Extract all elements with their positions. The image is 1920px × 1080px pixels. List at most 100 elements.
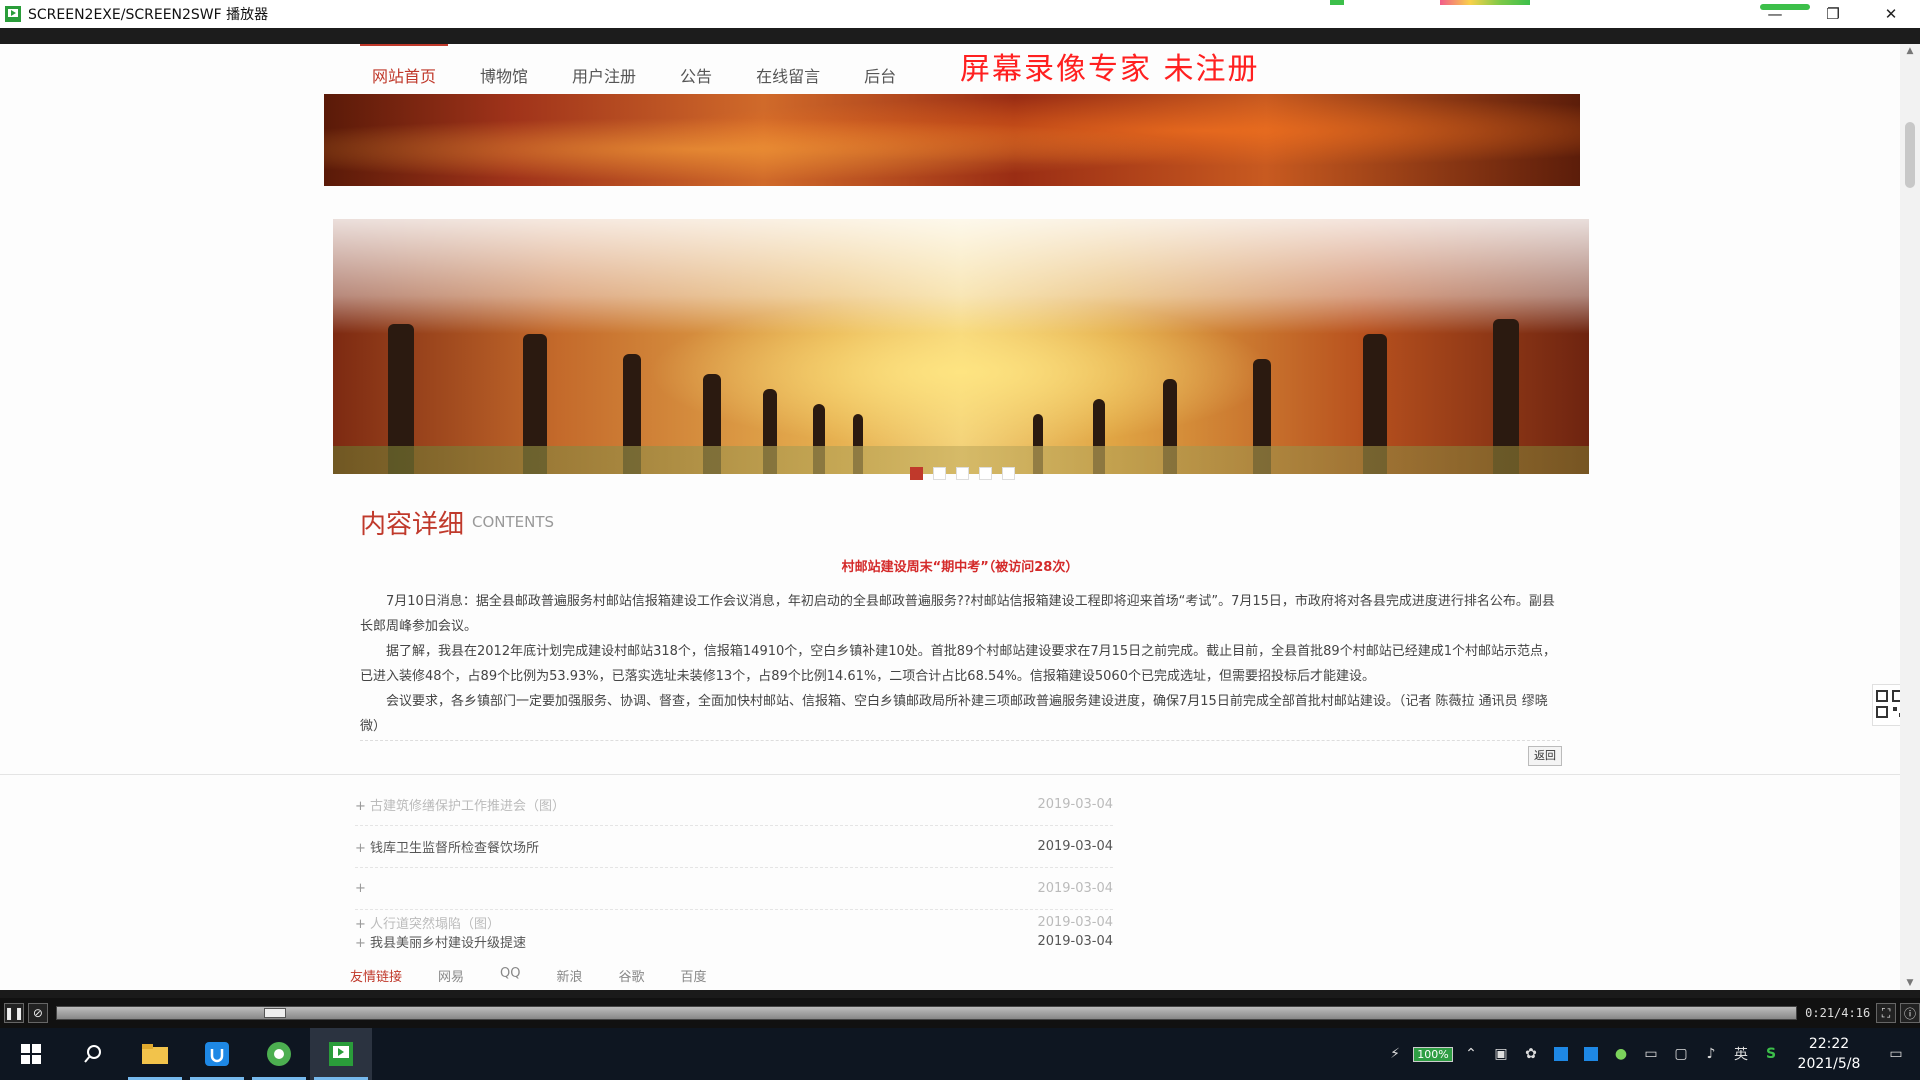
friend-links: 友情链接 网易 QQ 新浪 谷歌 百度 bbox=[350, 966, 743, 985]
clock[interactable]: 22:22 2021/5/8 bbox=[1786, 1034, 1872, 1074]
seek-handle[interactable] bbox=[263, 1008, 286, 1018]
windows-logo-icon bbox=[21, 1044, 41, 1064]
news-title: 钱库卫生监督所检查餐饮场所 bbox=[355, 837, 539, 856]
search-icon bbox=[84, 1045, 101, 1063]
camera-icon[interactable]: ▣ bbox=[1486, 1028, 1516, 1080]
close-button[interactable]: ✕ bbox=[1862, 0, 1920, 28]
window-title: SCREEN2EXE/SCREEN2SWF 播放器 bbox=[28, 7, 269, 23]
info-icon[interactable]: ⓘ bbox=[1900, 1003, 1920, 1023]
slideshow-image[interactable] bbox=[333, 219, 1589, 474]
player-app-icon bbox=[5, 6, 21, 22]
nav-message[interactable]: 在线留言 bbox=[734, 44, 842, 94]
taskbar-browser[interactable] bbox=[248, 1028, 310, 1080]
taskbar-player[interactable] bbox=[310, 1028, 372, 1080]
vertical-scrollbar[interactable]: ▲ ▼ bbox=[1900, 44, 1920, 990]
battery-indicator[interactable]: 100% bbox=[1410, 1028, 1456, 1080]
slide-dot[interactable] bbox=[979, 467, 992, 480]
article-paragraph: 7月10日消息：据全县邮政普遍服务村邮站信报箱建设工作会议消息，年初启动的全县邮… bbox=[360, 594, 1555, 634]
fullscreen-icon[interactable]: ⛶ bbox=[1876, 1003, 1897, 1023]
news-title: 我县美丽乡村建设升级提速 bbox=[355, 932, 526, 951]
nav-museum[interactable]: 博物馆 bbox=[458, 44, 550, 94]
slide-dot[interactable] bbox=[933, 467, 946, 480]
taskbar-file-explorer[interactable] bbox=[124, 1028, 186, 1080]
news-title: 人行道突然塌陷（图） bbox=[355, 913, 500, 932]
friend-links-label: 友情链接 bbox=[350, 970, 403, 985]
news-date: 2019-03-04 bbox=[1037, 914, 1113, 930]
friend-link[interactable]: 网易 bbox=[438, 966, 464, 985]
folder-icon bbox=[142, 1044, 168, 1064]
article-title: 村邮站建设周末“期中考”（被访问28次） bbox=[841, 560, 1079, 575]
article-body: 7月10日消息：据全县邮政普遍服务村邮站信报箱建设工作会议消息，年初启动的全县邮… bbox=[360, 589, 1560, 739]
friend-link[interactable]: 新浪 bbox=[557, 966, 583, 985]
section-title: 内容详细 bbox=[360, 510, 465, 540]
nav-register[interactable]: 用户注册 bbox=[550, 44, 658, 94]
back-button[interactable]: 返回 bbox=[1528, 746, 1562, 766]
recording-viewport: 网站首页 博物馆 用户注册 公告 在线留言 后台 屏幕录像专家 未注册 内容详细… bbox=[0, 44, 1920, 990]
nav-notice[interactable]: 公告 bbox=[658, 44, 734, 94]
player-app-icon bbox=[329, 1042, 353, 1066]
top-deco-colors bbox=[1440, 0, 1530, 5]
minimize-button[interactable]: — bbox=[1746, 0, 1804, 28]
taskbar-app-blue[interactable] bbox=[186, 1028, 248, 1080]
slide-dot[interactable] bbox=[910, 467, 923, 480]
stop-button[interactable]: ⊘ bbox=[28, 1003, 48, 1023]
clock-time: 22:22 bbox=[1808, 1036, 1850, 1052]
titlebar-divider bbox=[0, 28, 1920, 44]
article-divider bbox=[360, 740, 1560, 741]
app-shield-icon bbox=[205, 1042, 229, 1066]
charging-icon[interactable]: ⚡ bbox=[1380, 1028, 1410, 1080]
system-tray: ⚡ 100% ⌃ ▣ ✿ ● ▭ ▢ ♪ 英 S 22:22 2021/5/8 … bbox=[1380, 1028, 1920, 1080]
browser-icon bbox=[267, 1042, 291, 1066]
list-item[interactable]: 2019-03-04 bbox=[355, 868, 1113, 910]
volume-icon[interactable]: ♪ bbox=[1696, 1028, 1726, 1080]
start-button[interactable] bbox=[0, 1028, 62, 1080]
scroll-up-icon[interactable]: ▲ bbox=[1900, 46, 1920, 56]
windows-taskbar: ⚡ 100% ⌃ ▣ ✿ ● ▭ ▢ ♪ 英 S 22:22 2021/5/8 … bbox=[0, 1028, 1920, 1080]
list-item[interactable]: 古建筑修缮保护工作推进会（图） 2019-03-04 bbox=[355, 784, 1113, 826]
nav-admin[interactable]: 后台 bbox=[842, 44, 918, 94]
scroll-down-icon[interactable]: ▼ bbox=[1900, 978, 1920, 988]
tray-app-icon[interactable] bbox=[1576, 1028, 1606, 1080]
friend-link[interactable]: 百度 bbox=[681, 966, 707, 985]
page-section-divider bbox=[0, 774, 1900, 775]
news-title bbox=[355, 881, 366, 896]
pause-button[interactable]: ❚❚ bbox=[4, 1003, 24, 1023]
slide-dot[interactable] bbox=[1002, 467, 1015, 480]
news-date: 2019-03-04 bbox=[1037, 797, 1113, 812]
news-title: 古建筑修缮保护工作推进会（图） bbox=[355, 795, 565, 814]
section-subtitle: CONTENTS bbox=[472, 513, 555, 531]
battery-icon[interactable]: ▭ bbox=[1636, 1028, 1666, 1080]
nav-home[interactable]: 网站首页 bbox=[350, 44, 458, 94]
network-icon[interactable]: ▢ bbox=[1666, 1028, 1696, 1080]
top-deco-green bbox=[1330, 0, 1344, 5]
site-nav: 网站首页 博物馆 用户注册 公告 在线留言 后台 bbox=[350, 44, 918, 94]
window-titlebar: SCREEN2EXE/SCREEN2SWF 播放器 — ❐ ✕ bbox=[0, 0, 1920, 29]
article-paragraph: 会议要求，各乡镇部门一定要加强服务、协调、督查，全面加快村邮站、信报箱、空白乡镇… bbox=[360, 694, 1548, 734]
tray-app-icon[interactable] bbox=[1546, 1028, 1576, 1080]
news-date: 2019-03-04 bbox=[1037, 933, 1113, 949]
clock-date: 2021/5/8 bbox=[1797, 1056, 1861, 1072]
list-item[interactable]: 钱库卫生监督所检查餐饮场所 2019-03-04 bbox=[355, 826, 1113, 868]
playback-time: 0:21/4:16 bbox=[1805, 1006, 1871, 1020]
maximize-button[interactable]: ❐ bbox=[1804, 0, 1862, 28]
search-button[interactable] bbox=[62, 1028, 124, 1080]
header-banner-image bbox=[324, 94, 1580, 186]
tray-app-icon[interactable]: ✿ bbox=[1516, 1028, 1546, 1080]
player-top-strip bbox=[0, 990, 1920, 998]
wechat-icon[interactable]: ● bbox=[1606, 1028, 1636, 1080]
list-item[interactable]: 我县美丽乡村建设升级提速 2019-03-04 bbox=[355, 932, 1113, 951]
news-date: 2019-03-04 bbox=[1037, 839, 1113, 854]
ime-indicator[interactable]: 英 bbox=[1726, 1028, 1756, 1080]
notification-icon[interactable]: ▭ bbox=[1872, 1028, 1920, 1080]
friend-link[interactable]: 谷歌 bbox=[619, 966, 645, 985]
list-item[interactable]: 人行道突然塌陷（图） 2019-03-04 bbox=[355, 910, 1113, 934]
slide-dot[interactable] bbox=[956, 467, 969, 480]
scroll-thumb[interactable] bbox=[1905, 122, 1915, 188]
web-page: 网站首页 博物馆 用户注册 公告 在线留言 后台 屏幕录像专家 未注册 内容详细… bbox=[0, 44, 1900, 990]
tray-app-icon[interactable]: S bbox=[1756, 1028, 1786, 1080]
friend-link[interactable]: QQ bbox=[500, 966, 520, 985]
news-date: 2019-03-04 bbox=[1037, 881, 1113, 896]
chevron-up-icon[interactable]: ⌃ bbox=[1456, 1028, 1486, 1080]
slideshow-dots bbox=[910, 467, 1015, 480]
seek-bar[interactable] bbox=[55, 1006, 1798, 1020]
